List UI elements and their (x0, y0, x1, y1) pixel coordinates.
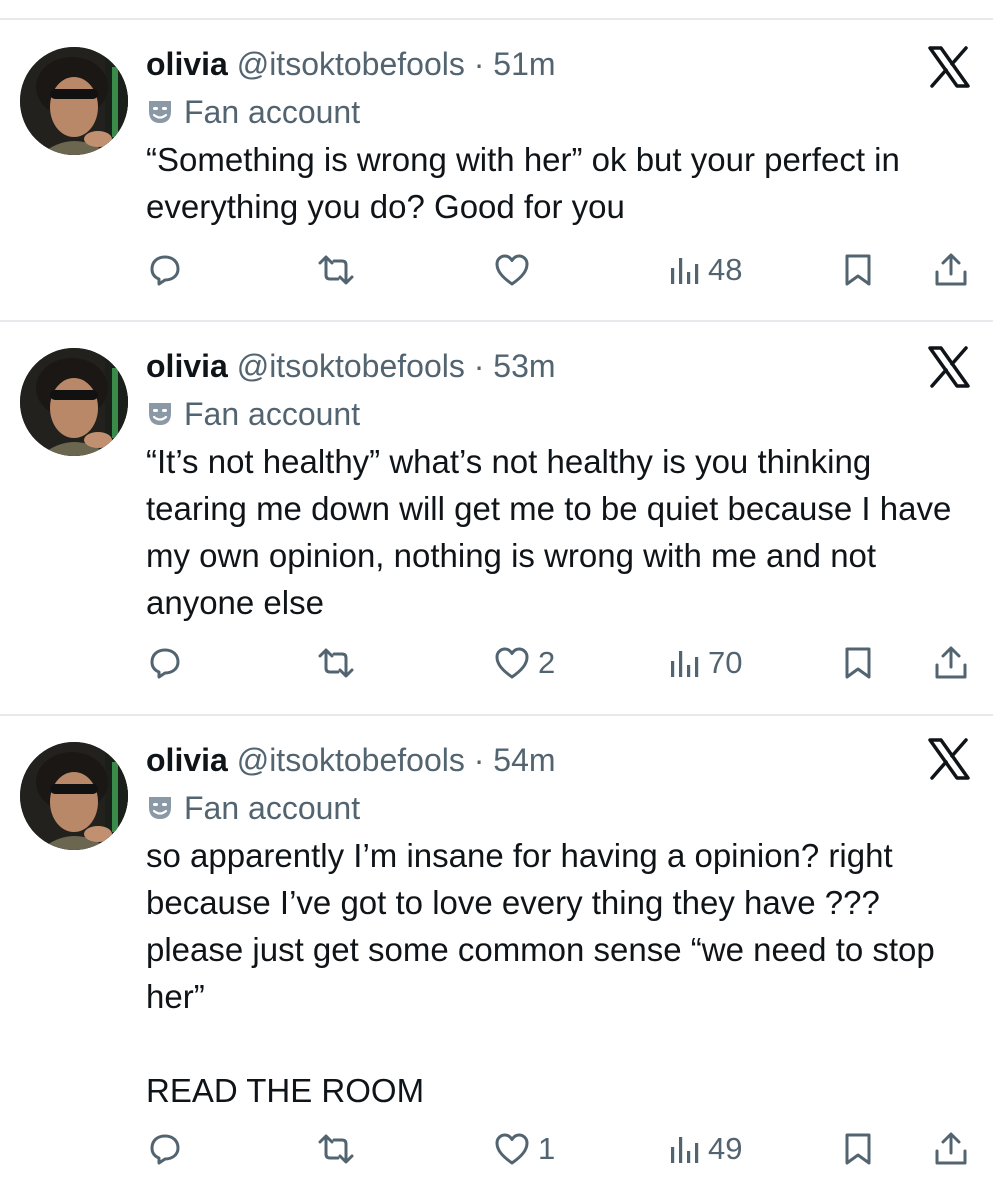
display-name[interactable]: olivia (146, 348, 228, 384)
reply-button[interactable] (148, 638, 182, 688)
fan-account-badge: Fan account (146, 788, 360, 831)
bookmark-button[interactable] (843, 1124, 873, 1174)
separator-dot: · (464, 742, 494, 778)
tweet-1[interactable]: olivia @itsoktobefools · 51m Fan account… (0, 20, 993, 320)
theater-mask-icon (146, 791, 174, 831)
view-count: 49 (708, 1131, 743, 1166)
tweet-paragraph: “Something is wrong with her” ok but you… (146, 141, 900, 225)
heart-icon (495, 1133, 529, 1165)
share-button[interactable] (933, 245, 969, 295)
tweet-text: so apparently I’m insane for having a op… (146, 832, 976, 1114)
views-button[interactable]: 48 (668, 245, 742, 295)
tweet-paragraph: “It’s not healthy” what’s not healthy is… (146, 443, 952, 621)
reply-button[interactable] (148, 245, 182, 295)
theater-mask-icon (146, 397, 174, 437)
timestamp[interactable]: 53m (493, 348, 555, 384)
avatar[interactable] (20, 742, 128, 850)
tweet-paragraph: so apparently I’m insane for having a op… (146, 837, 935, 1015)
action-bar: 1 49 (0, 1124, 993, 1174)
tweet-header: olivia @itsoktobefools · 51m (146, 44, 556, 84)
separator-dot: · (464, 348, 494, 384)
views-button[interactable]: 49 (668, 1124, 742, 1174)
view-count: 70 (708, 645, 743, 680)
heart-icon (495, 647, 529, 679)
theater-mask-icon (146, 95, 174, 135)
avatar[interactable] (20, 47, 128, 155)
views-button[interactable]: 70 (668, 638, 742, 688)
x-logo-icon[interactable] (928, 46, 970, 88)
bookmark-icon (845, 647, 871, 679)
x-logo-icon[interactable] (928, 738, 970, 780)
reply-icon (150, 648, 180, 679)
heart-icon (495, 254, 529, 286)
share-button[interactable] (933, 638, 969, 688)
timestamp[interactable]: 54m (493, 742, 555, 778)
display-name[interactable]: olivia (146, 742, 228, 778)
like-button[interactable]: 2 (494, 638, 555, 688)
retweet-icon (318, 648, 354, 678)
badge-label: Fan account (184, 790, 361, 826)
display-name[interactable]: olivia (146, 46, 228, 82)
tweet-header: olivia @itsoktobefools · 53m (146, 346, 556, 386)
separator-dot: · (464, 46, 494, 82)
fan-account-badge: Fan account (146, 92, 360, 135)
bookmark-icon (845, 254, 871, 286)
tweet-text: “Something is wrong with her” ok but you… (146, 136, 976, 230)
bookmark-icon (845, 1133, 871, 1165)
bookmark-button[interactable] (843, 245, 873, 295)
handle[interactable]: @itsoktobefools (237, 46, 465, 82)
retweet-icon (318, 255, 354, 285)
timestamp[interactable]: 51m (493, 46, 555, 82)
tweet-header: olivia @itsoktobefools · 54m (146, 740, 556, 780)
badge-label: Fan account (184, 94, 361, 130)
reply-icon (150, 1134, 180, 1165)
tweet-2[interactable]: olivia @itsoktobefools · 53m Fan account… (0, 322, 993, 714)
share-icon (935, 646, 967, 679)
like-count: 2 (538, 645, 556, 680)
x-logo-icon[interactable] (928, 346, 970, 388)
action-bar: 48 (0, 245, 993, 295)
action-bar: 2 70 (0, 638, 993, 688)
like-button[interactable]: 1 (494, 1124, 555, 1174)
handle[interactable]: @itsoktobefools (237, 742, 465, 778)
retweet-button[interactable] (316, 245, 356, 295)
badge-label: Fan account (184, 396, 361, 432)
share-icon (935, 253, 967, 286)
view-count: 48 (708, 252, 743, 287)
views-icon (671, 1137, 699, 1163)
like-count: 1 (538, 1131, 556, 1166)
tweet-text: “It’s not healthy” what’s not healthy is… (146, 438, 976, 626)
handle[interactable]: @itsoktobefools (237, 348, 465, 384)
reply-button[interactable] (148, 1124, 182, 1174)
share-icon (935, 1132, 967, 1165)
avatar[interactable] (20, 348, 128, 456)
tweet-3[interactable]: olivia @itsoktobefools · 54m Fan account… (0, 716, 993, 1200)
retweet-icon (318, 1134, 354, 1164)
bookmark-button[interactable] (843, 638, 873, 688)
retweet-button[interactable] (316, 638, 356, 688)
reply-icon (150, 255, 180, 286)
tweet-paragraph: READ THE ROOM (146, 1072, 425, 1109)
like-button[interactable] (494, 245, 538, 295)
fan-account-badge: Fan account (146, 394, 360, 437)
retweet-button[interactable] (316, 1124, 356, 1174)
share-button[interactable] (933, 1124, 969, 1174)
views-icon (671, 258, 699, 284)
views-icon (671, 651, 699, 677)
